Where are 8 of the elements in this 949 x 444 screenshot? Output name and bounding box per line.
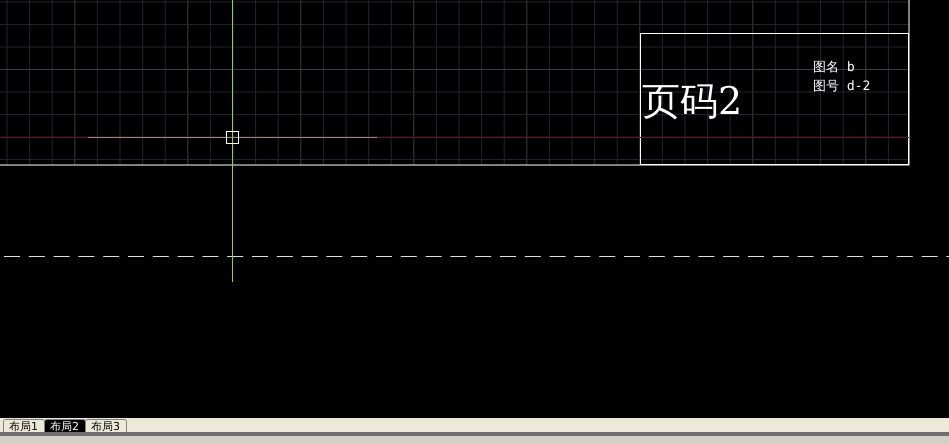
layout-tab[interactable]: 布局3: [85, 419, 127, 432]
layout-tab[interactable]: 布局1: [3, 419, 45, 432]
pickbox-cursor: [226, 131, 239, 144]
drawing-name: 图名 b: [813, 60, 855, 75]
drawing-number: 图号 d-2: [813, 79, 870, 94]
layout-tab[interactable]: 布局2: [44, 419, 86, 432]
page-label: 页码2: [642, 79, 742, 123]
drawing-canvas[interactable]: 页码2 图名 b 图号 d-2: [0, 0, 949, 418]
